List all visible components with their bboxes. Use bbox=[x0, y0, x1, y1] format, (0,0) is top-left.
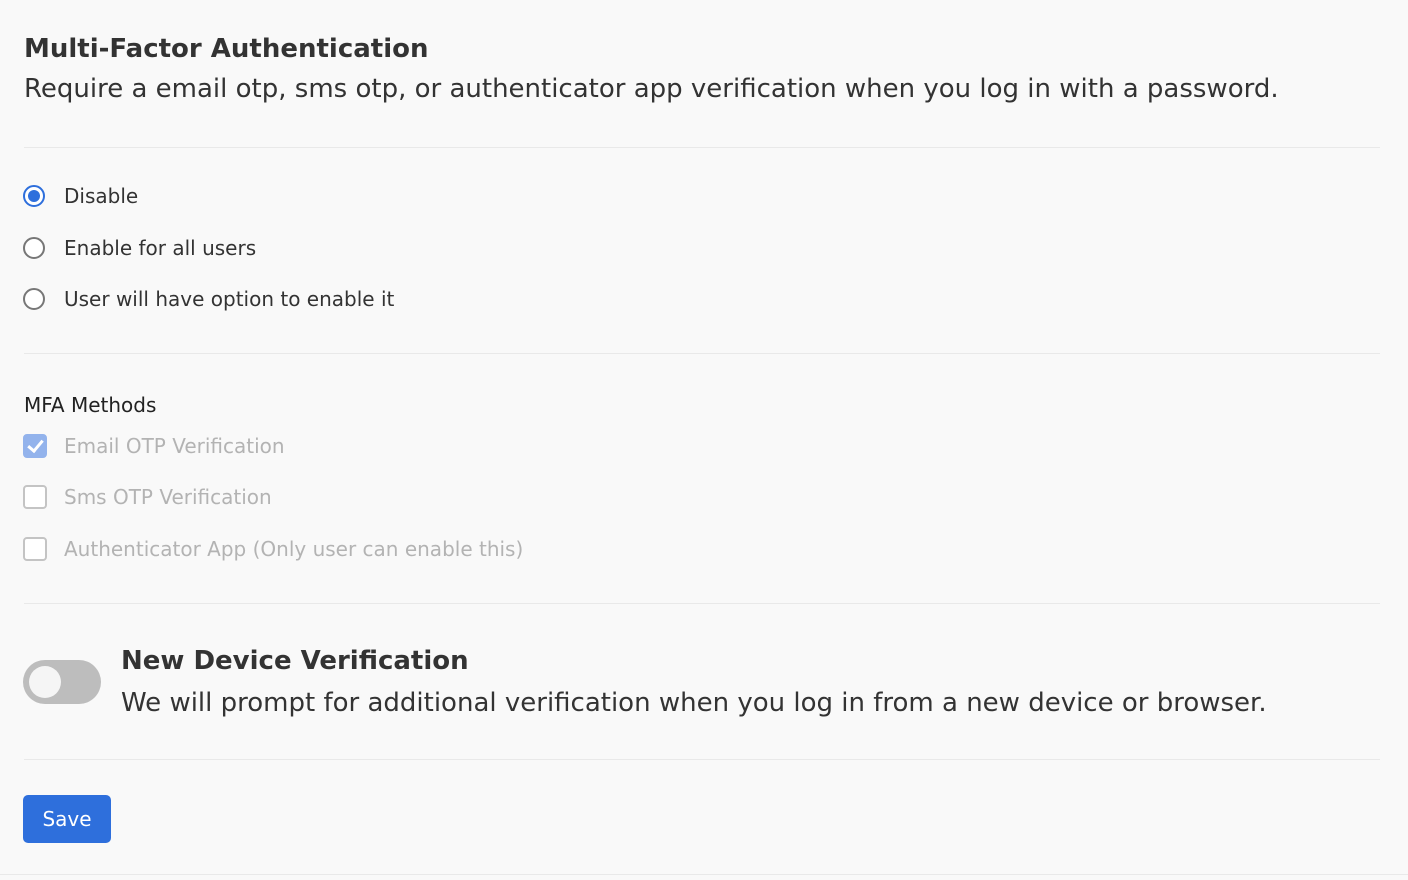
new-device-verification-toggle[interactable] bbox=[23, 660, 101, 704]
checkbox-option-authenticator-app[interactable]: Authenticator App (Only user can enable … bbox=[23, 534, 523, 564]
radio-label-enable-all: Enable for all users bbox=[64, 236, 257, 260]
divider bbox=[24, 147, 1380, 148]
mfa-settings-page: Multi-Factor Authentication Require a em… bbox=[0, 0, 1408, 880]
mfa-title: Multi-Factor Authentication bbox=[24, 34, 429, 64]
mfa-header: Multi-Factor Authentication Require a em… bbox=[24, 30, 1279, 108]
radio-label-disable: Disable bbox=[64, 184, 139, 208]
mfa-description: Require a email otp, sms otp, or authent… bbox=[24, 74, 1279, 104]
radio-button-user-choice[interactable] bbox=[23, 288, 45, 310]
radio-option-user-choice[interactable]: User will have option to enable it bbox=[23, 284, 394, 314]
checkbox-email-otp[interactable] bbox=[23, 434, 47, 458]
radio-option-disable[interactable]: Disable bbox=[23, 181, 138, 211]
radio-label-user-choice: User will have option to enable it bbox=[64, 287, 395, 311]
checkbox-label-email-otp: Email OTP Verification bbox=[64, 434, 285, 458]
divider bbox=[24, 603, 1380, 604]
save-button[interactable]: Save bbox=[23, 795, 111, 843]
mfa-methods-heading: MFA Methods bbox=[24, 393, 157, 417]
new-device-verification-title: New Device Verification bbox=[121, 646, 469, 676]
checkbox-sms-otp[interactable] bbox=[23, 485, 47, 509]
divider bbox=[24, 353, 1380, 354]
divider bbox=[24, 759, 1380, 760]
checkbox-label-authenticator-app: Authenticator App (Only user can enable … bbox=[64, 537, 524, 561]
toggle-knob bbox=[29, 666, 61, 698]
new-device-verification-description: We will prompt for additional verificati… bbox=[121, 688, 1267, 718]
new-device-verification-text: New Device Verification We will prompt f… bbox=[121, 642, 1267, 722]
divider bbox=[0, 874, 1408, 875]
checkbox-option-sms-otp[interactable]: Sms OTP Verification bbox=[23, 482, 272, 512]
radio-button-disable[interactable] bbox=[23, 185, 45, 207]
radio-button-enable-all[interactable] bbox=[23, 237, 45, 259]
checkbox-option-email-otp[interactable]: Email OTP Verification bbox=[23, 431, 285, 461]
checkbox-label-sms-otp: Sms OTP Verification bbox=[64, 485, 272, 509]
radio-option-enable-all[interactable]: Enable for all users bbox=[23, 233, 256, 263]
checkbox-authenticator-app[interactable] bbox=[23, 537, 47, 561]
